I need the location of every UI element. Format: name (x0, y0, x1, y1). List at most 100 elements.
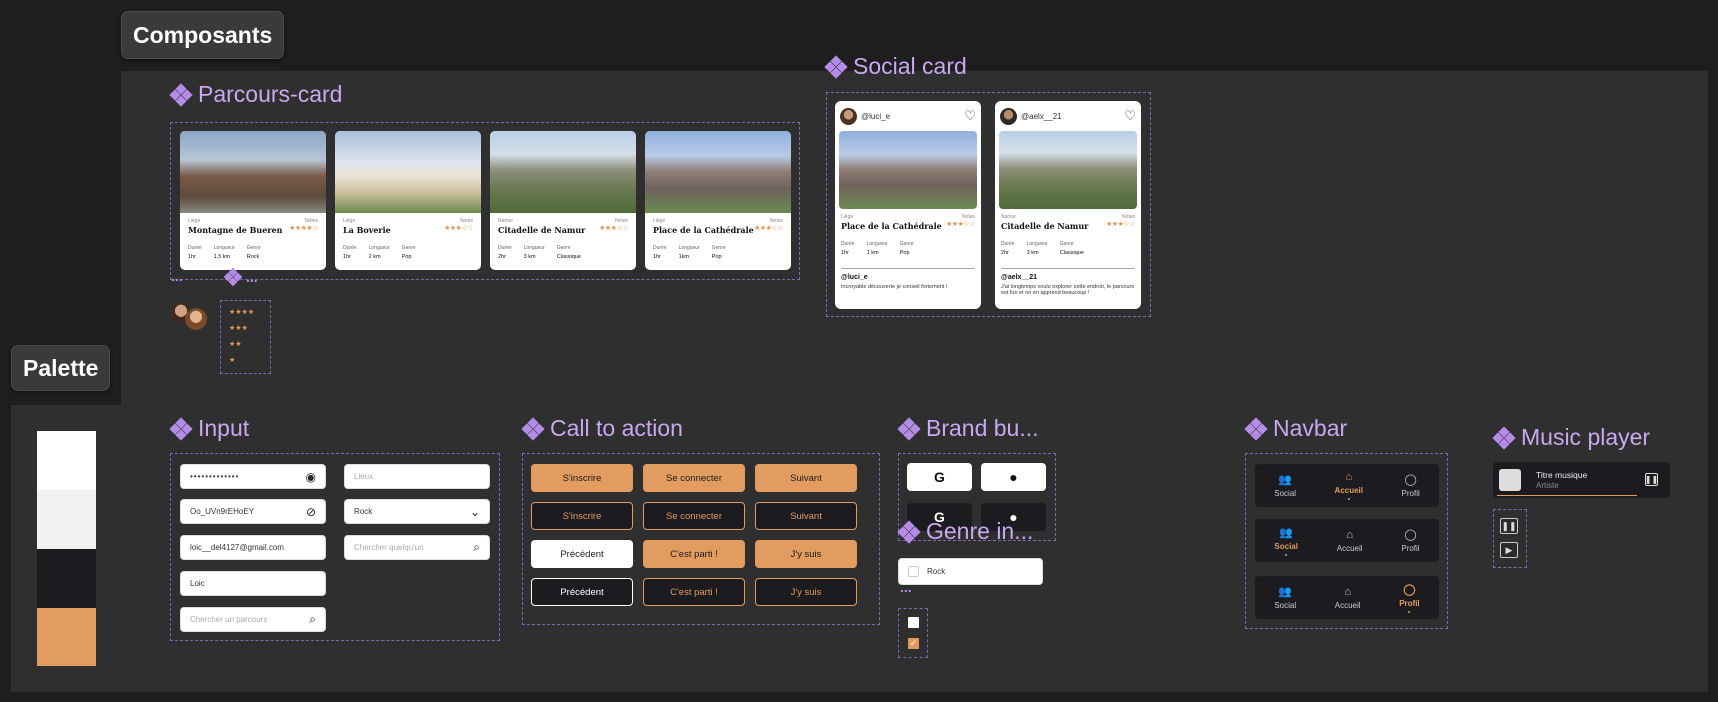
nav-profil[interactable]: ◯ Profil (1401, 528, 1419, 553)
card-photo (839, 131, 977, 209)
section-title-brand[interactable]: Brand bu... (897, 415, 1039, 442)
se-connecter-button[interactable]: Se connecter (643, 464, 745, 492)
pause-icon[interactable]: ❚❚ (1500, 518, 1518, 534)
genre: Genre Classique (556, 245, 581, 260)
component-ellipsis: ... (246, 269, 258, 285)
precedent-button[interactable]: Précédent (531, 540, 633, 568)
jy-suis-button-dark[interactable]: J'y suis (755, 578, 857, 606)
users-icon: 👥 (1279, 526, 1294, 539)
music-player[interactable]: Titre musique Artiste ❚❚ (1493, 462, 1670, 498)
heart-icon[interactable]: ♡ (1124, 108, 1136, 124)
card-city: Namur (1001, 214, 1017, 220)
card-rating: ★★★★☆ (289, 225, 318, 232)
track-title: Titre musique (1536, 470, 1588, 480)
play-icon[interactable]: ▶ (1500, 542, 1518, 558)
more-ellipsis[interactable]: ... (900, 579, 912, 595)
cest-parti-button-dark[interactable]: C'est parti ! (643, 578, 745, 606)
section-title-navbar[interactable]: Navbar (1244, 415, 1347, 442)
section-title-music[interactable]: Music player (1492, 424, 1650, 451)
social-card[interactable]: @luci_e ♡ Liège Notes Place de la Cathédra… (835, 101, 981, 309)
sinscrire-button[interactable]: S'inscrire (531, 464, 633, 492)
se-connecter-button-dark[interactable]: Se connecter (643, 502, 745, 530)
password-field[interactable]: ••••••••••••• ◉ (180, 464, 326, 489)
precedent-button-dark[interactable]: Précédent (531, 578, 633, 606)
card-photo (645, 131, 791, 213)
checkbox-unchecked[interactable] (908, 617, 919, 628)
nav-profil[interactable]: ◯ Profil (1399, 583, 1420, 613)
section-label: Parcours-card (198, 81, 343, 107)
nav-social[interactable]: 👥 Social (1274, 473, 1296, 498)
home-icon: ⌂ (1345, 471, 1353, 483)
password-value: Oo_UVn9rEHoEY (190, 507, 255, 516)
apple-button[interactable]: ● (981, 463, 1046, 491)
nav-social[interactable]: 👥 Social (1274, 526, 1298, 556)
genre-select[interactable]: Rock ⌄ (344, 499, 490, 524)
rating-variant-2[interactable]: ★★ (229, 340, 242, 348)
progress-bar[interactable] (1497, 495, 1637, 496)
section-title-parcours[interactable]: Parcours-card (169, 81, 343, 108)
nav-accueil[interactable]: ⌂ Accueil (1337, 529, 1363, 553)
jy-suis-button[interactable]: J'y suis (755, 540, 857, 568)
card-city: Liège (188, 218, 201, 224)
longueur: Longueur 3 km (523, 245, 545, 260)
more-ellipsis[interactable]: ... (171, 268, 183, 284)
chevron-down-icon[interactable]: ⌄ (470, 505, 480, 519)
swatch-light (37, 490, 96, 549)
checkbox-checked[interactable]: ✓ (908, 638, 919, 649)
nav-social[interactable]: 👥 Social (1274, 585, 1296, 610)
name-field[interactable]: Loic (180, 571, 326, 596)
heart-icon[interactable]: ♡ (964, 108, 976, 124)
parcours-card[interactable]: Liège Notes La Boverie ★★★☆☆ Durée 1hr Longu… (335, 131, 481, 270)
lieux-input[interactable]: Lieux (344, 464, 490, 489)
sinscrire-button-dark[interactable]: S'inscrire (531, 502, 633, 530)
nav-profil[interactable]: ◯ Profil (1402, 473, 1420, 498)
section-title-social[interactable]: Social card (824, 53, 967, 80)
section-title-cta[interactable]: Call to action (521, 415, 683, 442)
email-field[interactable]: loic__del4127@gmail.com (180, 535, 326, 560)
section-title-genre[interactable]: Genre in... (897, 518, 1033, 545)
card-title: Place de la Cathédrale (841, 221, 942, 231)
duree: Durée 1hr (653, 245, 667, 260)
search-icon[interactable]: ⌕ (473, 540, 480, 555)
genre-option[interactable]: Rock (898, 558, 1043, 585)
eye-icon[interactable]: ◉ (306, 470, 316, 484)
divider (1001, 268, 1135, 269)
duree: Durée 2hr (1001, 241, 1015, 256)
duree: Durée 1hr (188, 245, 202, 260)
rating-variant-3[interactable]: ★★★ (229, 324, 248, 332)
social-card[interactable]: @aelx__21 ♡ Namur Notes Citadelle de Namur… (995, 101, 1141, 309)
card-photo (999, 131, 1137, 209)
genre-label: Rock (927, 567, 946, 576)
avatar (840, 107, 857, 125)
section-label: Input (198, 415, 250, 441)
search-user-input[interactable]: Chercher quelqu'un ⌕ (344, 535, 490, 560)
avatar-group[interactable] (170, 302, 210, 332)
cest-parti-button[interactable]: C'est parti ! (643, 540, 745, 568)
eye-off-icon[interactable]: ⊘ (306, 505, 316, 519)
google-button[interactable]: G (907, 463, 972, 491)
palette-frame-label[interactable]: Palette (11, 345, 111, 391)
parcours-card[interactable]: Liège Notes Montagne de Bueren ★★★★☆ Durée… (180, 131, 326, 270)
navbar-profil-active[interactable]: 👥 Social ⌂ Accueil ◯ Profil (1255, 576, 1439, 619)
component-icon (1244, 416, 1268, 441)
search-parcours-input[interactable]: Chercher un parcours ⌕ (180, 607, 326, 632)
rating-variant-4[interactable]: ★★★★ (229, 308, 254, 316)
component-marker[interactable]: ... (222, 266, 258, 288)
parcours-card[interactable]: Liège Notes Place de la Cathédrale ★★★☆☆ D… (645, 131, 791, 270)
search-icon[interactable]: ⌕ (309, 612, 316, 627)
suivant-button-dark[interactable]: Suivant (755, 502, 857, 530)
navbar-accueil-active[interactable]: 👥 Social ⌂ Accueil ◯ Profil (1255, 464, 1439, 507)
section-title-input[interactable]: Input (169, 415, 250, 442)
composants-frame-label[interactable]: Composants (121, 11, 285, 59)
suivant-button[interactable]: Suivant (755, 464, 857, 492)
pause-icon[interactable]: ❚❚ (1645, 473, 1658, 486)
navbar-social-active[interactable]: 👥 Social ⌂ Accueil ◯ Profil (1255, 519, 1439, 562)
nav-accueil[interactable]: ⌂ Accueil (1335, 471, 1363, 500)
rating-variant-1[interactable]: ★ (229, 356, 235, 364)
checkbox-icon[interactable] (908, 566, 919, 577)
nav-accueil[interactable]: ⌂ Accueil (1335, 586, 1361, 610)
comment-user: @luci_e (841, 274, 868, 281)
password-visible-field[interactable]: Oo_UVn9rEHoEY ⊘ (180, 499, 326, 524)
swatch-accent (37, 608, 96, 666)
parcours-card[interactable]: Namur Notes Citadelle de Namur ★★★☆☆ Durée… (490, 131, 636, 270)
